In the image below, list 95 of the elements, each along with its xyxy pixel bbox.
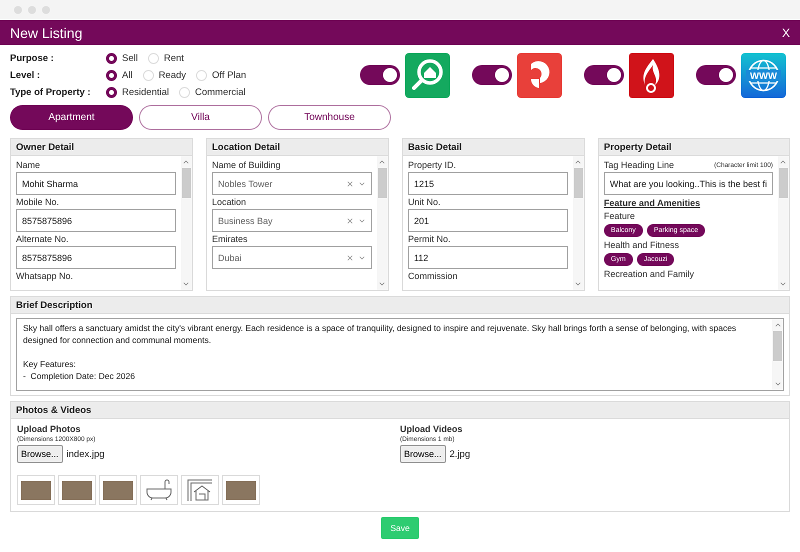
thumbnail[interactable] [181,475,219,505]
scroll-thumb[interactable] [182,168,191,198]
toggle-switch[interactable] [584,65,624,85]
clear-icon[interactable] [346,180,354,188]
option-label: Type of Property : [10,86,92,98]
radio-label: Off Plan [212,70,246,80]
field-label: Unit No. [408,197,442,207]
select-field[interactable]: Nobles Tower [212,172,372,195]
radio-label: Ready [158,70,186,80]
photo-placeholder [62,480,92,500]
scroll-thumb[interactable] [778,168,788,198]
tab[interactable]: Apartment [10,105,133,130]
section-heading: Feature and Amenities [604,198,702,208]
scroll-up-icon[interactable] [378,158,386,166]
p-mark-logo-icon [517,52,562,98]
globe-logo-icon: WWW [741,52,786,98]
scrollbar[interactable] [180,156,192,290]
field-label: Emirates [212,234,248,244]
scroll-up-icon[interactable] [779,158,788,166]
group-label: Health and Fitness [604,240,680,250]
radio-button[interactable] [106,86,117,98]
scrollbar[interactable] [376,156,388,290]
panel-heading: Property Detail [598,139,789,156]
scroll-down-icon[interactable] [574,280,582,288]
tab[interactable]: Townhouse [268,105,391,130]
clear-icon[interactable] [346,254,354,262]
close-button[interactable]: X [782,26,790,40]
thumbnail[interactable] [58,475,96,505]
field-label: Property ID. [408,160,457,170]
scroll-down-icon[interactable] [378,280,386,288]
input-field[interactable]: Mohit Sharma [16,172,176,195]
input-field[interactable]: 112 [408,246,568,269]
photo-placeholder [103,480,133,500]
radio-button[interactable] [106,70,117,80]
thumbnail[interactable] [140,475,178,505]
browse-button[interactable]: Browse... [400,445,446,463]
panel-heading: Location Detail [206,139,388,156]
radio-label: All [122,70,133,80]
panel-heading: Photos & Videos [11,402,789,419]
tab[interactable]: Villa [139,105,262,130]
flame-logo-icon [629,52,674,98]
panel-heading: Basic Detail [402,139,584,156]
photo-placeholder [21,480,51,500]
toggle-switch[interactable] [472,65,512,85]
radio-label: Rent [164,52,184,64]
scroll-thumb[interactable] [378,168,387,198]
file-name: index.jpg [66,448,105,460]
radio-label: Commercial [195,86,246,98]
select-field[interactable]: Business Bay [212,209,372,232]
clear-icon[interactable] [346,216,354,224]
input-field[interactable]: 201 [408,209,568,232]
file-name: 2.jpg [450,448,470,460]
radio-label: Sell [122,52,138,64]
scrollbar[interactable] [572,156,584,290]
browse-button[interactable]: Browse... [17,445,63,463]
radio-button[interactable] [106,52,117,64]
field-label: Mobile No. [16,197,60,207]
radio-label: Residential [122,86,169,98]
house-search-logo-icon [405,52,450,98]
field-label: Name [16,160,42,170]
group-label: Feature [604,211,636,221]
field-label: Location [212,197,247,207]
panel-heading: Owner Detail [11,139,192,156]
scroll-thumb[interactable] [574,168,583,198]
input-field[interactable]: What are you looking..This is the best fi [604,172,773,195]
option-label: Purpose : [10,52,55,64]
house-plan-icon [186,478,214,502]
scroll-up-icon[interactable] [182,158,190,166]
upload-label: Upload Photos [17,424,82,434]
window-title: New Listing [10,24,82,40]
panel-heading: Brief Description [11,297,789,314]
toggle-switch[interactable] [696,65,736,85]
field-label: Name of Building [212,160,282,170]
scroll-up-icon[interactable] [574,158,582,166]
photo-placeholder [226,480,256,500]
bathtub-icon [145,479,173,501]
group-label: Recreation and Family [604,269,695,279]
scroll-down-icon[interactable] [779,280,788,288]
input-field[interactable]: 8575875896 [16,246,176,269]
upload-label: Upload Videos [400,424,464,434]
toggle-switch[interactable] [360,65,400,85]
field-label: Alternate No. [16,234,70,244]
input-field[interactable]: 8575875896 [16,209,176,232]
thumbnail[interactable] [99,475,137,505]
input-field[interactable]: 1215 [408,172,568,195]
field-label: Whatsapp No. [16,271,74,281]
scrollbar[interactable] [778,156,789,290]
thumbnail[interactable] [222,475,260,505]
thumbnail[interactable] [17,475,55,505]
field-label: Commission [408,271,458,281]
field-label: Tag Heading Line [604,160,674,170]
select-field[interactable]: Dubai [212,246,372,269]
scroll-down-icon[interactable] [182,280,190,288]
option-label: Level : [10,70,42,80]
field-label: Permit No. [408,234,452,244]
